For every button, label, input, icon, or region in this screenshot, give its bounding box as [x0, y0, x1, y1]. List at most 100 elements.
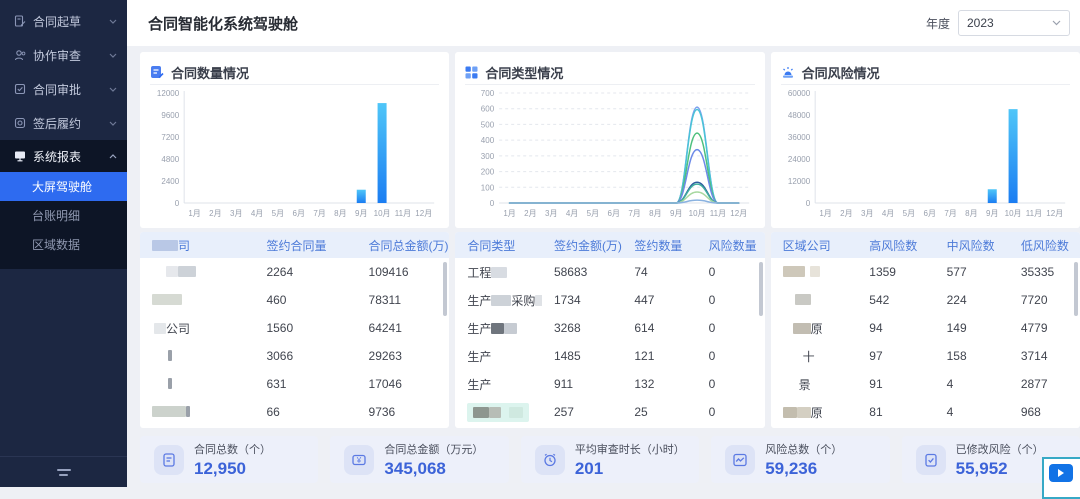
svg-text:0: 0 [175, 199, 180, 208]
redacted-block [491, 294, 512, 306]
svg-text:9月: 9月 [986, 209, 998, 218]
table-cell: 0 [708, 405, 716, 419]
svg-text:9月: 9月 [355, 209, 367, 218]
table-cell: 4779 [1020, 321, 1048, 335]
charts-row: 合同数量情况 0 2400 4800 7200 9600 12000 1月 2月 3月 4月 5月 6… [140, 52, 1080, 228]
sidebar-item-system-reports[interactable]: 系统报表 [0, 140, 127, 172]
sidebar: 合同起草 协作审查 合同审批 签后履约 系统报表 大屏驾驶舱 台账明细 区域数据 [0, 0, 127, 487]
table-cell: 3714 [1020, 349, 1048, 363]
table-cell: 9736 [368, 405, 396, 419]
redacted-block [152, 239, 178, 251]
redacted-block [792, 322, 811, 334]
column-header: 合同类型 [467, 238, 516, 253]
svg-text:400: 400 [481, 136, 495, 145]
svg-text:1月: 1月 [188, 209, 200, 218]
table-cell: 91 [869, 377, 883, 391]
table-cell: 577 [946, 265, 967, 279]
summary-value: 345,068 [384, 458, 446, 478]
column-header: 低风险数 [1020, 238, 1069, 253]
sidebar-item-label: 签后履约 [33, 116, 82, 131]
sidebar-item-post-signing[interactable]: 签后履约 [0, 106, 127, 140]
svg-text:12月: 12月 [1046, 209, 1063, 218]
svg-text:¥: ¥ [356, 456, 362, 465]
summary-label: 风险总数（个） [765, 443, 843, 456]
sidebar-subitem-ledger-detail[interactable]: 台账明细 [0, 201, 127, 230]
svg-text:1月: 1月 [504, 209, 516, 218]
svg-text:9600: 9600 [161, 111, 179, 120]
table-cell: 生产 采购 [455, 292, 542, 309]
sidebar-item-label: 合同审批 [33, 82, 82, 97]
svg-text:4月: 4月 [566, 209, 578, 218]
table-regional-risk: 区域公司 高风险数 中风险数 低风险数 1359 577 35335 542 224 7720 原 9… [770, 232, 1080, 428]
document-edit-icon [14, 15, 26, 27]
svg-text:10月: 10月 [1004, 209, 1021, 218]
summary-card-avg-review-time: 平均审查时长（小时） 201 [520, 436, 700, 483]
sidebar-item-collab-review[interactable]: 协作审查 [0, 38, 127, 72]
table-row: 生产 3268 614 0 [455, 314, 764, 342]
floating-video-widget[interactable] [1042, 457, 1080, 499]
column-header: 中风险数 [946, 238, 995, 253]
redacted-block [489, 406, 502, 418]
year-select-value: 2023 [967, 16, 994, 30]
column-header: 签约数量 [634, 238, 683, 253]
sidebar-item-contract-draft[interactable]: 合同起草 [0, 4, 127, 38]
svg-text:3月: 3月 [861, 209, 873, 218]
summary-cards-row: 合同总数（个） 12,950 ¥ 合同总金额（万元） 345,068 平均审查时… [140, 436, 1080, 483]
chevron-down-icon [1052, 20, 1061, 26]
svg-text:10月: 10月 [689, 209, 706, 218]
table-scrollbar[interactable] [758, 262, 763, 316]
sidebar-subitem-regional-data[interactable]: 区域数据 [0, 230, 127, 259]
bar [987, 189, 997, 203]
sidebar-item-contract-approval[interactable]: 合同审批 [0, 72, 127, 106]
year-select[interactable]: 2023 [958, 10, 1070, 36]
risk-chart-icon [725, 444, 756, 475]
alarm-siren-icon [782, 66, 793, 78]
svg-text:700: 700 [481, 89, 495, 98]
table-row: 原 94 149 4779 [771, 314, 1080, 342]
collapse-bar-icon [59, 473, 68, 476]
table-cell: 121 [634, 349, 655, 363]
svg-text:600: 600 [481, 105, 495, 114]
svg-text:36000: 36000 [788, 133, 811, 142]
table-cell: 1485 [553, 349, 581, 363]
table-contract-types: 合同类型 签约金额(万) 签约数量 风险数量 工程 58683 74 0 生产 采购 1734 447… [455, 232, 765, 428]
svg-text:9月: 9月 [670, 209, 682, 218]
redacted-block [794, 294, 811, 305]
table-scrollbar[interactable] [443, 262, 448, 316]
table-row: 2264 109416 [140, 258, 449, 286]
summary-card-total-amount: ¥ 合同总金额（万元） 345,068 [330, 436, 509, 483]
seal-icon [14, 117, 26, 129]
panel-header: 合同数量情况 [150, 60, 440, 85]
table-row: 十 97 158 3714 [771, 342, 1080, 370]
table-cell: 25 [634, 405, 648, 419]
panel-title: 合同数量情况 [171, 65, 250, 81]
table-row: 1359 577 35335 [771, 258, 1080, 286]
svg-text:11月: 11月 [1025, 209, 1041, 218]
redacted-block [796, 406, 811, 418]
column-header: 签约合同量 [266, 238, 327, 253]
table-cell: 109416 [368, 265, 409, 279]
table-cell [140, 265, 254, 279]
chevron-down-icon [109, 121, 117, 126]
chevron-down-icon [109, 53, 117, 58]
svg-text:2月: 2月 [840, 209, 852, 218]
table-cell: 614 [634, 321, 655, 335]
table-cell: 2877 [1020, 377, 1048, 391]
users-icon [14, 50, 26, 61]
sidebar-collapse-control[interactable] [0, 456, 127, 487]
table-cell: 97 [869, 349, 883, 363]
table-cell: 66 [266, 405, 280, 419]
sidebar-item-label: 协作审查 [33, 48, 82, 63]
bar [377, 103, 387, 203]
chevron-down-icon [109, 19, 117, 24]
svg-text:7200: 7200 [161, 133, 179, 142]
summary-value: 59,236 [765, 458, 818, 478]
svg-text:8月: 8月 [650, 209, 662, 218]
table-header-row: 司签约合同量 合同总金额(万) [140, 232, 450, 258]
column-header: 区域公司 [782, 238, 831, 253]
redacted-block [473, 406, 490, 418]
svg-text:48000: 48000 [788, 111, 811, 120]
table-scrollbar[interactable] [1073, 262, 1078, 316]
table-cell: 81 [869, 405, 883, 419]
sidebar-subitem-dashboard[interactable]: 大屏驾驶舱 [0, 172, 127, 201]
